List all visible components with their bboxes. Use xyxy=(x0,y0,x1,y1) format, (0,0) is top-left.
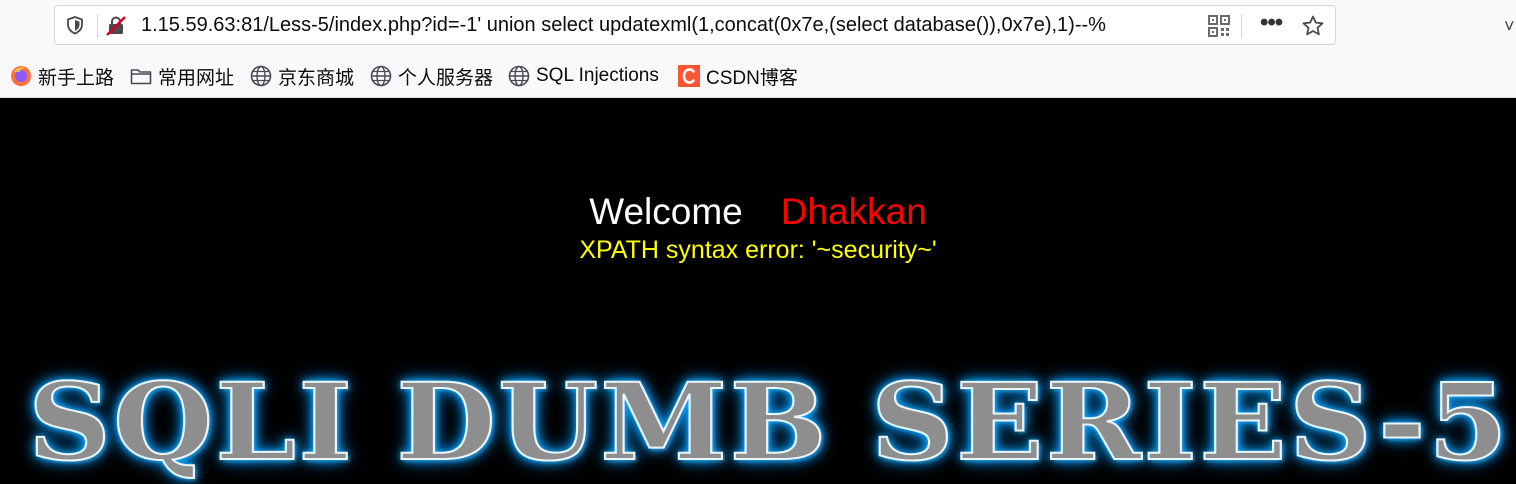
browser-toolbar: 1.15.59.63:81/Less-5/index.php?id=-1' un… xyxy=(0,0,1516,54)
series-banner: SQLI DUMB SERIES-5 xyxy=(0,359,1516,484)
bookmark-label: 京东商城 xyxy=(278,67,355,89)
globe-icon xyxy=(250,65,272,87)
bookmark-item[interactable]: 新手上路 xyxy=(10,54,114,98)
tracking-protection-shield-icon[interactable] xyxy=(65,15,85,35)
bookmark-label: 常用网址 xyxy=(158,67,235,89)
bookmark-label: SQL Injections xyxy=(536,65,659,86)
url-text[interactable]: 1.15.59.63:81/Less-5/index.php?id=-1' un… xyxy=(141,6,1201,44)
overflow-chevron-icon[interactable]: ˅ xyxy=(1504,16,1515,37)
xpath-error-message: XPATH syntax error: '~security~' xyxy=(579,236,937,264)
qr-code-icon[interactable] xyxy=(1208,15,1230,37)
bookmark-label: CSDN博客 xyxy=(706,67,798,89)
folder-icon xyxy=(130,69,152,85)
firefox-icon xyxy=(11,66,31,86)
bookmark-star-icon[interactable] xyxy=(1301,14,1325,38)
page-actions-menu-button[interactable]: ••• xyxy=(1260,6,1283,44)
series-banner-text: SQLI DUMB SERIES-5 xyxy=(27,359,1511,484)
csdn-icon xyxy=(678,65,700,87)
address-bar[interactable]: 1.15.59.63:81/Less-5/index.php?id=-1' un… xyxy=(54,5,1336,45)
address-bar-divider xyxy=(97,14,98,38)
welcome-line: Welcome Dhakkan xyxy=(0,190,1516,234)
welcome-text: Welcome xyxy=(589,191,743,232)
globe-icon xyxy=(508,65,530,87)
bookmark-item[interactable]: 京东商城 xyxy=(250,54,354,98)
bookmarks-toolbar: 新手上路 常用网址 京东商城 个人服务器 SQL Injections CSDN… xyxy=(0,54,1516,98)
bookmark-folder[interactable]: 常用网址 xyxy=(130,54,234,98)
bookmark-label: 新手上路 xyxy=(38,67,115,89)
insecure-connection-icon[interactable] xyxy=(105,15,127,37)
bookmark-label: 个人服务器 xyxy=(398,67,494,89)
bookmark-item[interactable]: 个人服务器 xyxy=(370,54,493,98)
username-text: Dhakkan xyxy=(780,191,927,232)
address-bar-divider xyxy=(1241,14,1242,38)
page-content: Welcome Dhakkan XPATH syntax error: '~sec… xyxy=(0,98,1516,484)
bookmark-item[interactable]: CSDN博客 xyxy=(678,54,798,98)
globe-icon xyxy=(370,65,392,87)
bookmark-item[interactable]: SQL Injections xyxy=(508,54,659,98)
